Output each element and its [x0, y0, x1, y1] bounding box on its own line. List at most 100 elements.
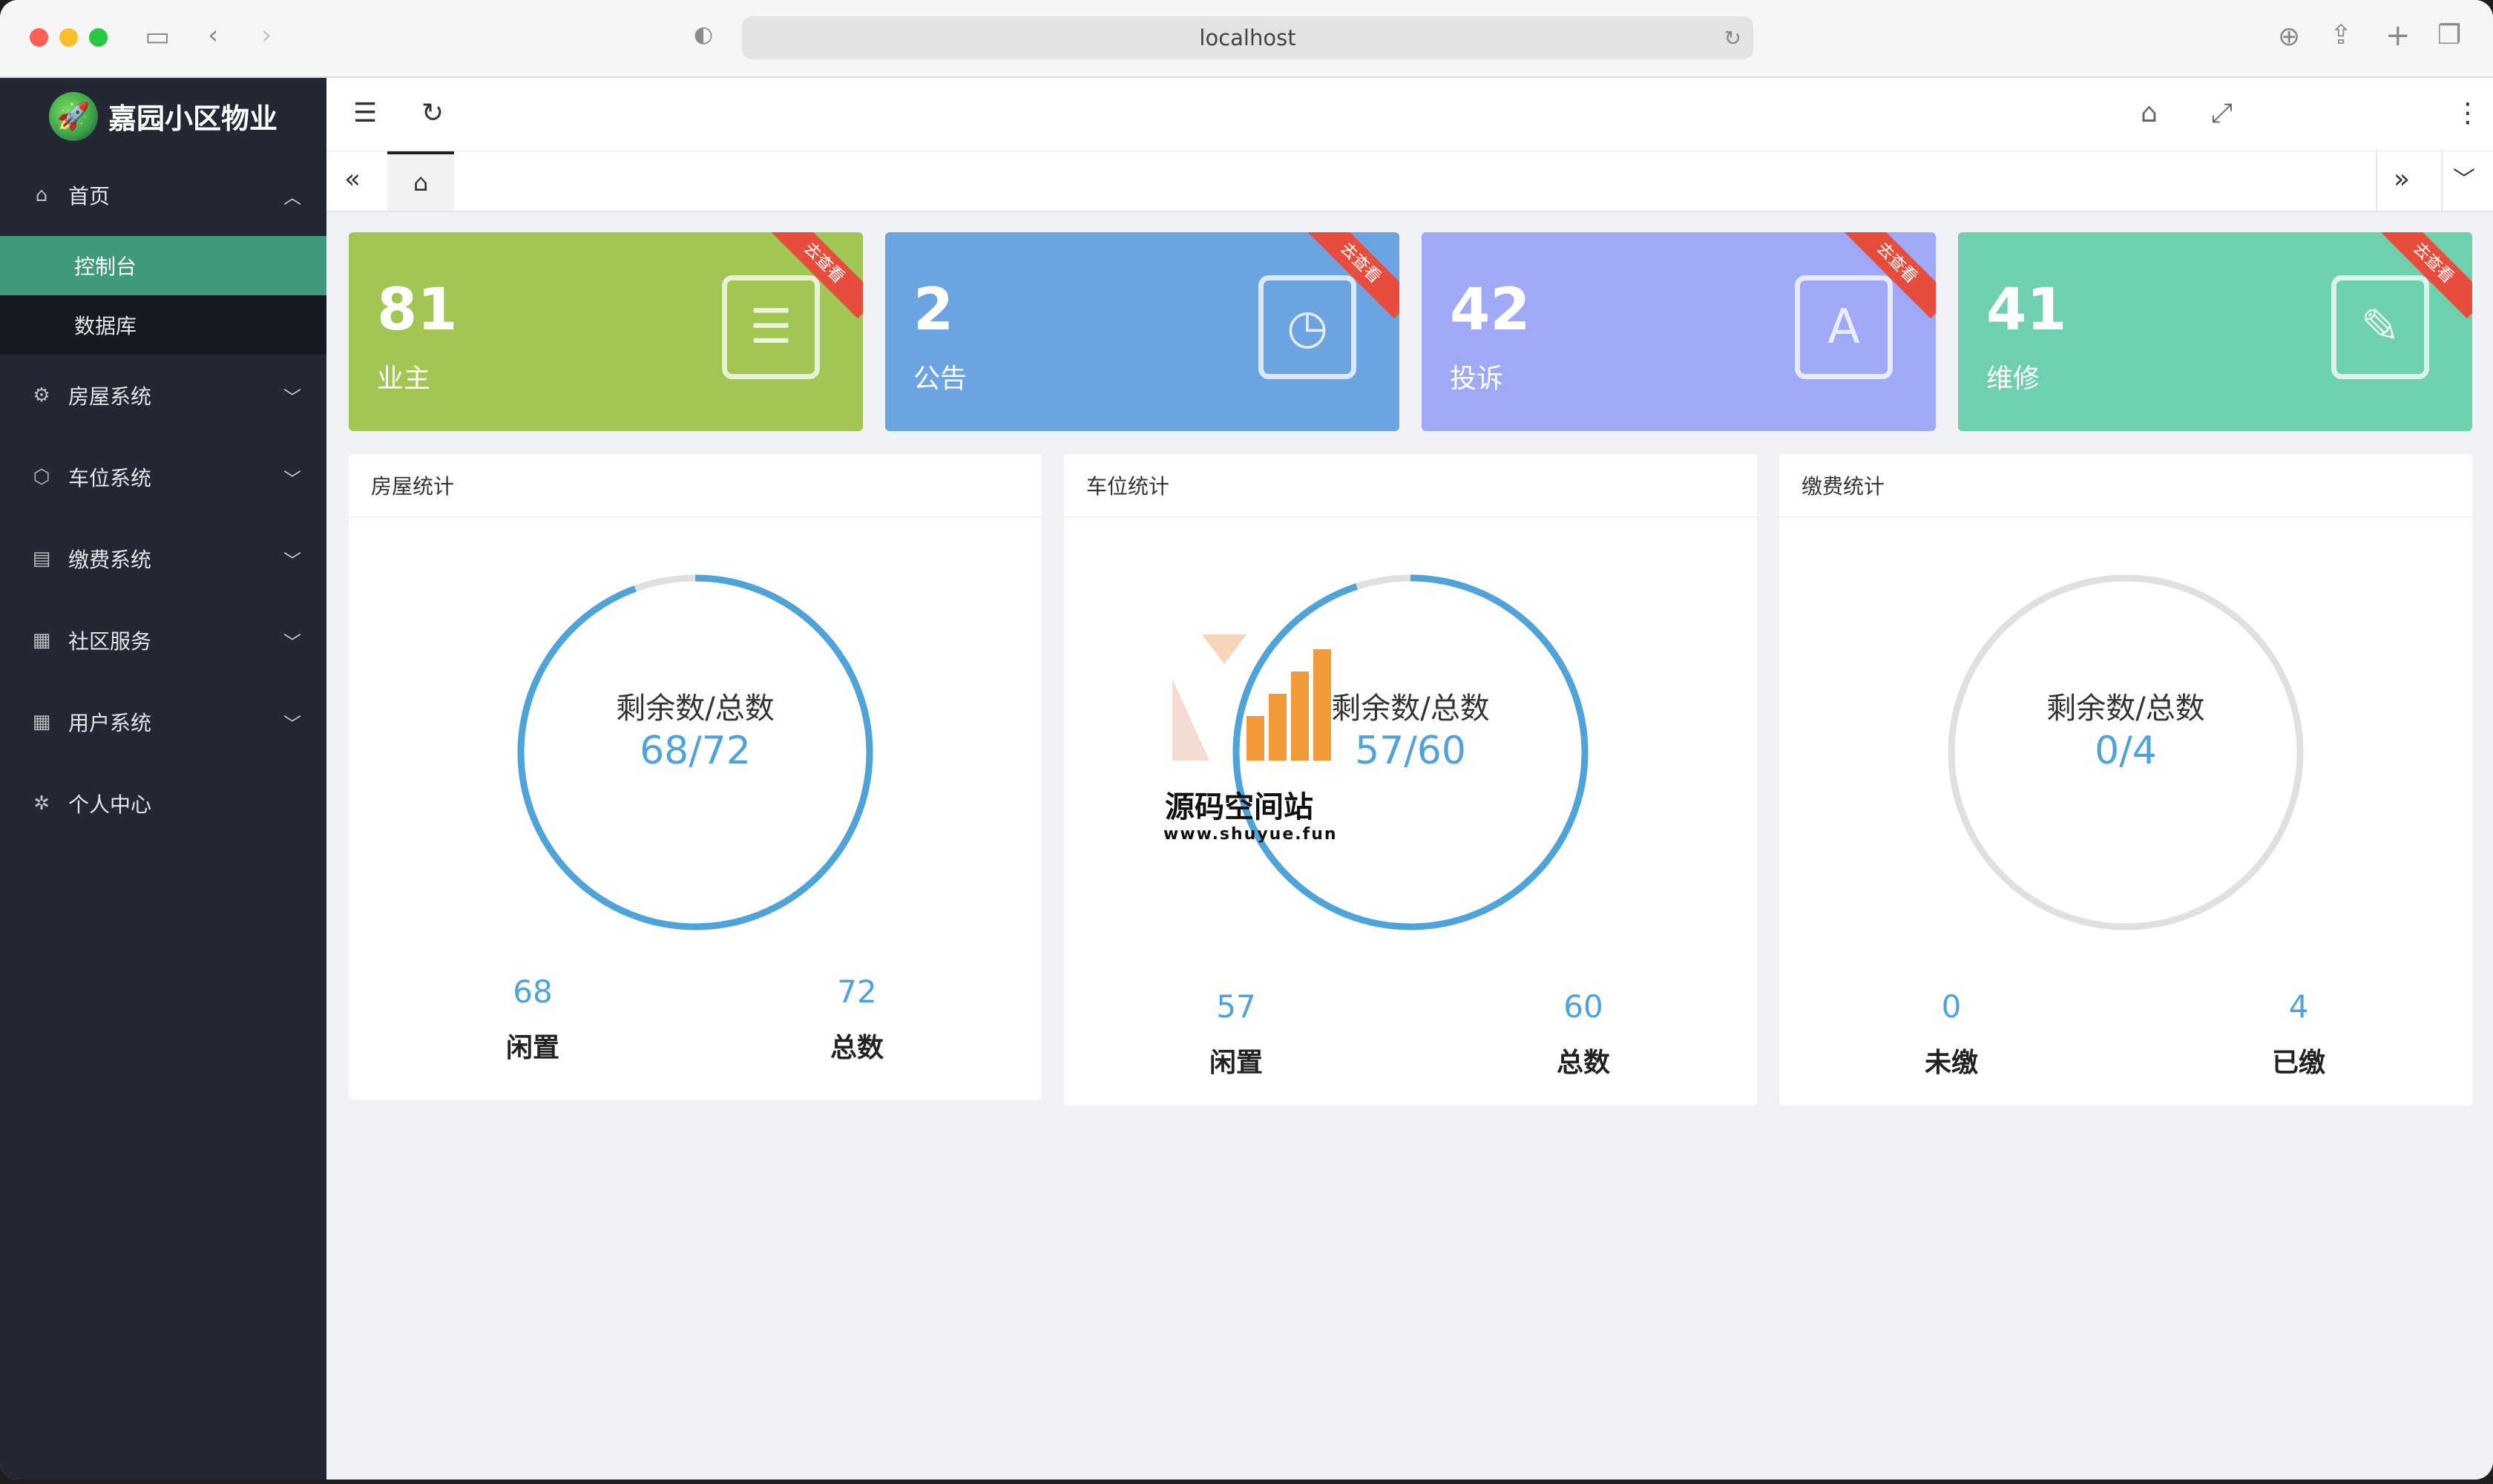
address-bar[interactable]: localhost ↻ — [742, 16, 1753, 59]
brand-title: 嘉园小区物业 — [108, 102, 277, 135]
browser-toolbar: ▭ ‹ › ◐ localhost ↻ ⊕ ⇪ + ❐ — [0, 0, 2493, 78]
rocket-logo-icon: 🚀 — [48, 91, 98, 141]
document-user-icon: ☰ — [722, 275, 820, 379]
header: ☰ ↻ ⌂ ⤢ ◕ admin ▼ ⋮ — [326, 78, 2493, 152]
panel-payment: 缴费统计 剩余数/总数 0/4 0 未缴 4 已缴 — [1779, 454, 2472, 1106]
home-icon: ⌂ — [35, 184, 48, 206]
stat-label: 总数 — [830, 1033, 884, 1063]
sidebar-item-users[interactable]: ▦ 用户系统 ﹀ — [0, 681, 326, 763]
chevron-down-icon: ﹀ — [283, 713, 301, 735]
ring-value: 0/4 — [2095, 729, 2157, 773]
stat-left: 57 闲置 — [1162, 988, 1310, 1080]
sidebar-item-label: 数据库 — [74, 314, 137, 338]
ledger-icon: ▤ — [32, 548, 51, 570]
zoom-window-button[interactable] — [89, 28, 108, 47]
ring-label: 剩余数/总数 — [616, 692, 775, 726]
shield-icon[interactable]: ◐ — [694, 24, 713, 46]
sidebar-item-community[interactable]: ▦ 社区服务 ﹀ — [0, 600, 326, 681]
sidebar-item-label: 个人中心 — [68, 792, 152, 817]
sidebar-item-label: 社区服务 — [68, 629, 152, 654]
card-owners[interactable]: 81 业主 ☰ 去查看 — [349, 232, 863, 431]
tab-home[interactable]: ⌂ — [387, 151, 454, 211]
ring-chart: 剩余数/总数 0/4 — [1946, 573, 2305, 932]
tabs-bar: « ⌂ » ﹀ — [326, 151, 2493, 212]
watermark-shape — [1202, 634, 1246, 664]
sidebar-item-label: 首页 — [68, 184, 111, 209]
edit-icon: ✎ — [2331, 275, 2429, 379]
cube-icon: ⬡ — [33, 466, 50, 488]
collapse-menu-icon[interactable]: ☰ — [353, 100, 377, 127]
chevron-down-icon: ﹀ — [283, 468, 301, 490]
chevron-down-icon: ﹀ — [283, 550, 301, 571]
card-complaints[interactable]: 42 投诉 A 去查看 — [1422, 232, 1936, 431]
stat-value: 4 — [2288, 988, 2309, 1025]
watermark-url: www.shuyue.fun — [1163, 825, 1338, 844]
new-tab-icon[interactable]: + — [2385, 21, 2411, 50]
card-label: 业主 — [377, 364, 431, 394]
scroll-left-icon[interactable]: « — [344, 166, 361, 193]
sidebar: 🚀 嘉园小区物业 ⌂ 首页 ︿ 控制台 数据库 ⚙ 房屋系统 ﹀ ⬡ 车位系统 … — [0, 78, 326, 1480]
stat-value: 72 — [837, 974, 877, 1010]
stat-value: 68 — [513, 974, 553, 1010]
card-value: 42 — [1450, 277, 1531, 344]
watermark-bar — [1246, 716, 1264, 761]
ring-value: 68/72 — [640, 729, 751, 773]
card-value: 2 — [913, 277, 954, 344]
share-icon[interactable]: ⇪ — [2330, 22, 2352, 49]
sidebar-item-label: 缴费系统 — [68, 548, 152, 572]
sidebar-item-parking[interactable]: ⬡ 车位系统 ﹀ — [0, 436, 326, 518]
refresh-icon[interactable]: ↻ — [421, 100, 444, 127]
card-repairs[interactable]: 41 维修 ✎ 去查看 — [1958, 232, 2472, 431]
chevron-down-icon: ﹀ — [283, 387, 301, 408]
sidebar-toggle-icon[interactable]: ▭ — [145, 24, 170, 50]
stat-label: 闲置 — [1209, 1048, 1263, 1078]
sidebar-item-home[interactable]: ⌂ 首页 ︿ — [0, 154, 326, 236]
apps-icon: ▦ — [32, 711, 51, 733]
fullscreen-icon[interactable]: ⤢ — [2211, 100, 2233, 127]
chevron-down-icon[interactable]: ﹀ — [2453, 169, 2475, 191]
panel-title: 缴费统计 — [1779, 454, 2472, 518]
calendar-clock-icon: ◷ — [1258, 275, 1356, 379]
stat-label: 闲置 — [505, 1033, 559, 1063]
more-icon[interactable]: ⋮ — [2454, 100, 2481, 127]
close-window-button[interactable] — [30, 28, 48, 47]
tab-overview-icon[interactable]: ❐ — [2437, 22, 2461, 49]
submenu-home: 控制台 数据库 — [0, 236, 326, 355]
chevron-up-icon: ︿ — [283, 186, 301, 208]
card-label: 公告 — [913, 364, 968, 394]
ring-label: 剩余数/总数 — [2046, 692, 2205, 726]
stat-value: 60 — [1563, 988, 1603, 1025]
browser-window: ▭ ‹ › ◐ localhost ↻ ⊕ ⇪ + ❐ 🚀 嘉园小区物业 ⌂ 首… — [0, 0, 2493, 1480]
panel-title: 房屋统计 — [349, 454, 1042, 518]
reload-page-icon[interactable]: ↻ — [1724, 26, 1741, 50]
forward-icon[interactable]: › — [261, 22, 272, 49]
card-label: 投诉 — [1450, 364, 1504, 394]
download-icon[interactable]: ⊕ — [2278, 24, 2300, 50]
card-value: 41 — [1986, 277, 2067, 344]
tag-icon[interactable]: ⌂ — [2141, 100, 2158, 127]
back-icon[interactable]: ‹ — [208, 22, 218, 49]
minimize-window-button[interactable] — [59, 28, 78, 47]
stat-left: 0 未缴 — [1877, 988, 2026, 1080]
divider — [2376, 151, 2377, 211]
panel-title: 车位统计 — [1064, 454, 1757, 518]
sidebar-item-label: 车位系统 — [68, 466, 152, 490]
stat-value: 57 — [1216, 988, 1256, 1025]
sidebar-item-label: 房屋系统 — [68, 384, 152, 409]
stat-right: 60 总数 — [1509, 988, 1658, 1080]
url-text: localhost — [1199, 25, 1296, 50]
sidebar-item-database[interactable]: 数据库 — [0, 295, 326, 355]
card-value: 81 — [377, 277, 458, 344]
sidebar-item-profile[interactable]: ✲ 个人中心 — [0, 763, 326, 844]
home-icon: ⌂ — [413, 168, 429, 197]
scroll-right-icon[interactable]: » — [2394, 166, 2410, 193]
stat-right: 4 已缴 — [2224, 988, 2373, 1080]
stat-right: 72 总数 — [783, 974, 931, 1065]
sidebar-item-payment[interactable]: ▤ 缴费系统 ﹀ — [0, 518, 326, 600]
card-notices[interactable]: 2 公告 ◷ 去查看 — [885, 232, 1399, 431]
sidebar-item-console[interactable]: 控制台 — [0, 236, 326, 295]
watermark-bar — [1313, 649, 1331, 761]
stat-left: 68 闲置 — [459, 974, 607, 1065]
sidebar-item-housing[interactable]: ⚙ 房屋系统 ﹀ — [0, 355, 326, 436]
cog-icon: ✲ — [33, 792, 50, 815]
